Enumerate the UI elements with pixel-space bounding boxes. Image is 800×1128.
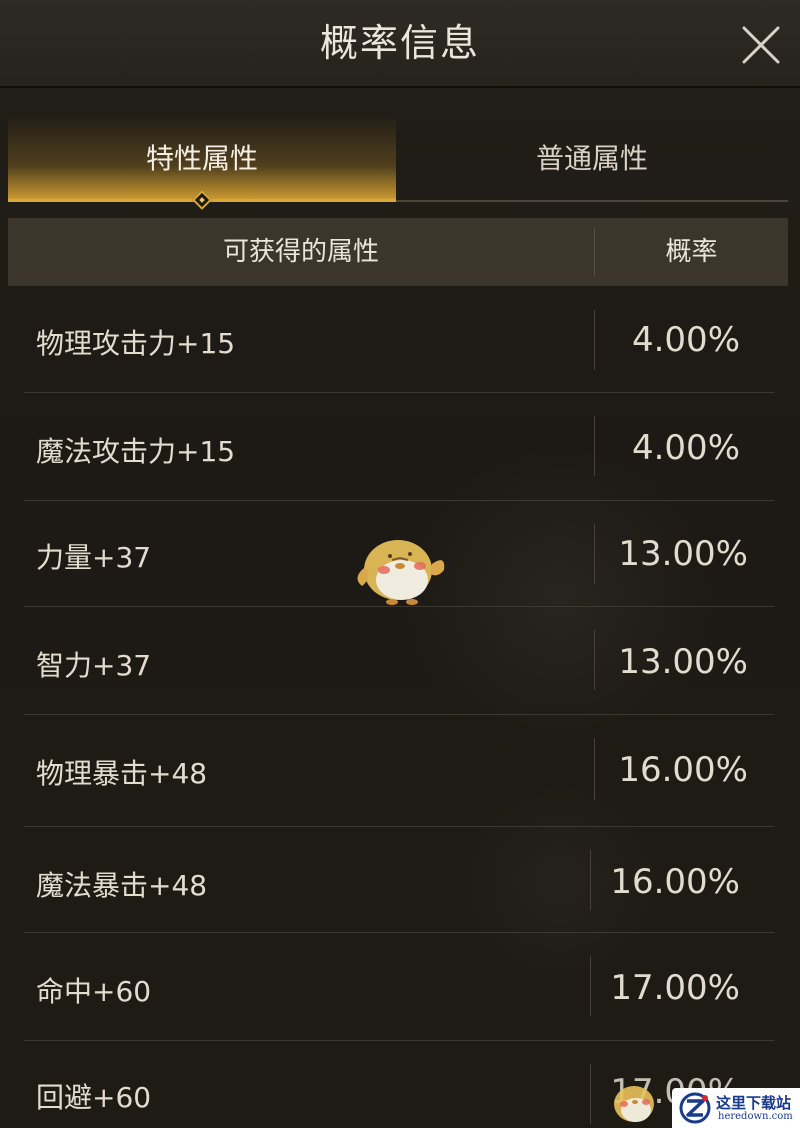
row-separator (24, 500, 774, 501)
tab-special-attributes[interactable]: 特性属性 (8, 116, 396, 202)
row-separator (24, 1040, 774, 1041)
close-button[interactable] (736, 20, 786, 70)
row-probability: 4.00% (631, 428, 740, 468)
row-divider (590, 956, 591, 1016)
row-divider (590, 1064, 591, 1124)
row-attribute: 回避+60 (36, 1081, 152, 1114)
dialog-title: 概率信息 (319, 21, 480, 65)
row-separator (24, 932, 774, 933)
row-divider (594, 630, 595, 690)
table-header: 可获得的属性 概率 (8, 218, 788, 286)
row-divider (594, 416, 595, 476)
tab-normal-attributes[interactable]: 普通属性 (396, 116, 788, 202)
row-separator (24, 826, 774, 827)
row-attribute: 物理攻击力+15 (36, 327, 236, 360)
table-row: 智力+37 13.00% (0, 608, 800, 715)
probability-info-dialog: 概率信息 特性属性 普通属性 可获得的属性 概率 物理攻击力+15 4.00% … (0, 0, 800, 1128)
row-probability: 17.00% (610, 968, 740, 1008)
close-icon (742, 26, 780, 64)
row-attribute: 命中+60 (36, 975, 152, 1008)
row-attribute: 魔法暴击+48 (36, 869, 208, 902)
site-url: heredown.com (718, 1111, 793, 1122)
column-header-probability: 概率 (665, 237, 718, 267)
row-divider (594, 524, 595, 584)
row-divider (590, 850, 591, 910)
row-probability: 13.00% (618, 642, 748, 682)
mascot-watermark-icon (357, 540, 445, 605)
mascot-watermark-small-icon (614, 1086, 654, 1122)
table-row: 魔法攻击力+15 4.00% (0, 394, 800, 501)
table-row: 物理攻击力+15 4.00% (0, 288, 800, 393)
title-bar: 概率信息 (0, 0, 800, 88)
table-row: 命中+60 17.00% (0, 934, 800, 1041)
row-attribute: 物理暴击+48 (36, 757, 208, 790)
site-logo-icon (679, 1092, 711, 1124)
row-attribute: 力量+37 (36, 541, 152, 574)
site-watermark-logo: 这里下载站 heredown.com (672, 1088, 800, 1128)
site-name: 这里下载站 (716, 1094, 792, 1112)
row-separator (24, 392, 774, 393)
table-row: 魔法暴击+48 16.00% (0, 828, 800, 933)
row-probability: 16.00% (618, 750, 748, 790)
row-divider (594, 738, 595, 800)
row-separator (24, 714, 774, 715)
column-header-attribute: 可获得的属性 (222, 237, 379, 267)
table-row: 物理暴击+48 16.00% (0, 716, 800, 827)
row-probability: 16.00% (610, 862, 740, 902)
row-probability: 13.00% (618, 534, 748, 574)
row-attribute: 智力+37 (36, 649, 152, 682)
row-probability: 4.00% (631, 320, 740, 360)
row-separator (24, 606, 774, 607)
tab-bar: 特性属性 普通属性 (8, 116, 788, 202)
row-attribute: 魔法攻击力+15 (36, 435, 236, 468)
row-divider (594, 310, 595, 370)
